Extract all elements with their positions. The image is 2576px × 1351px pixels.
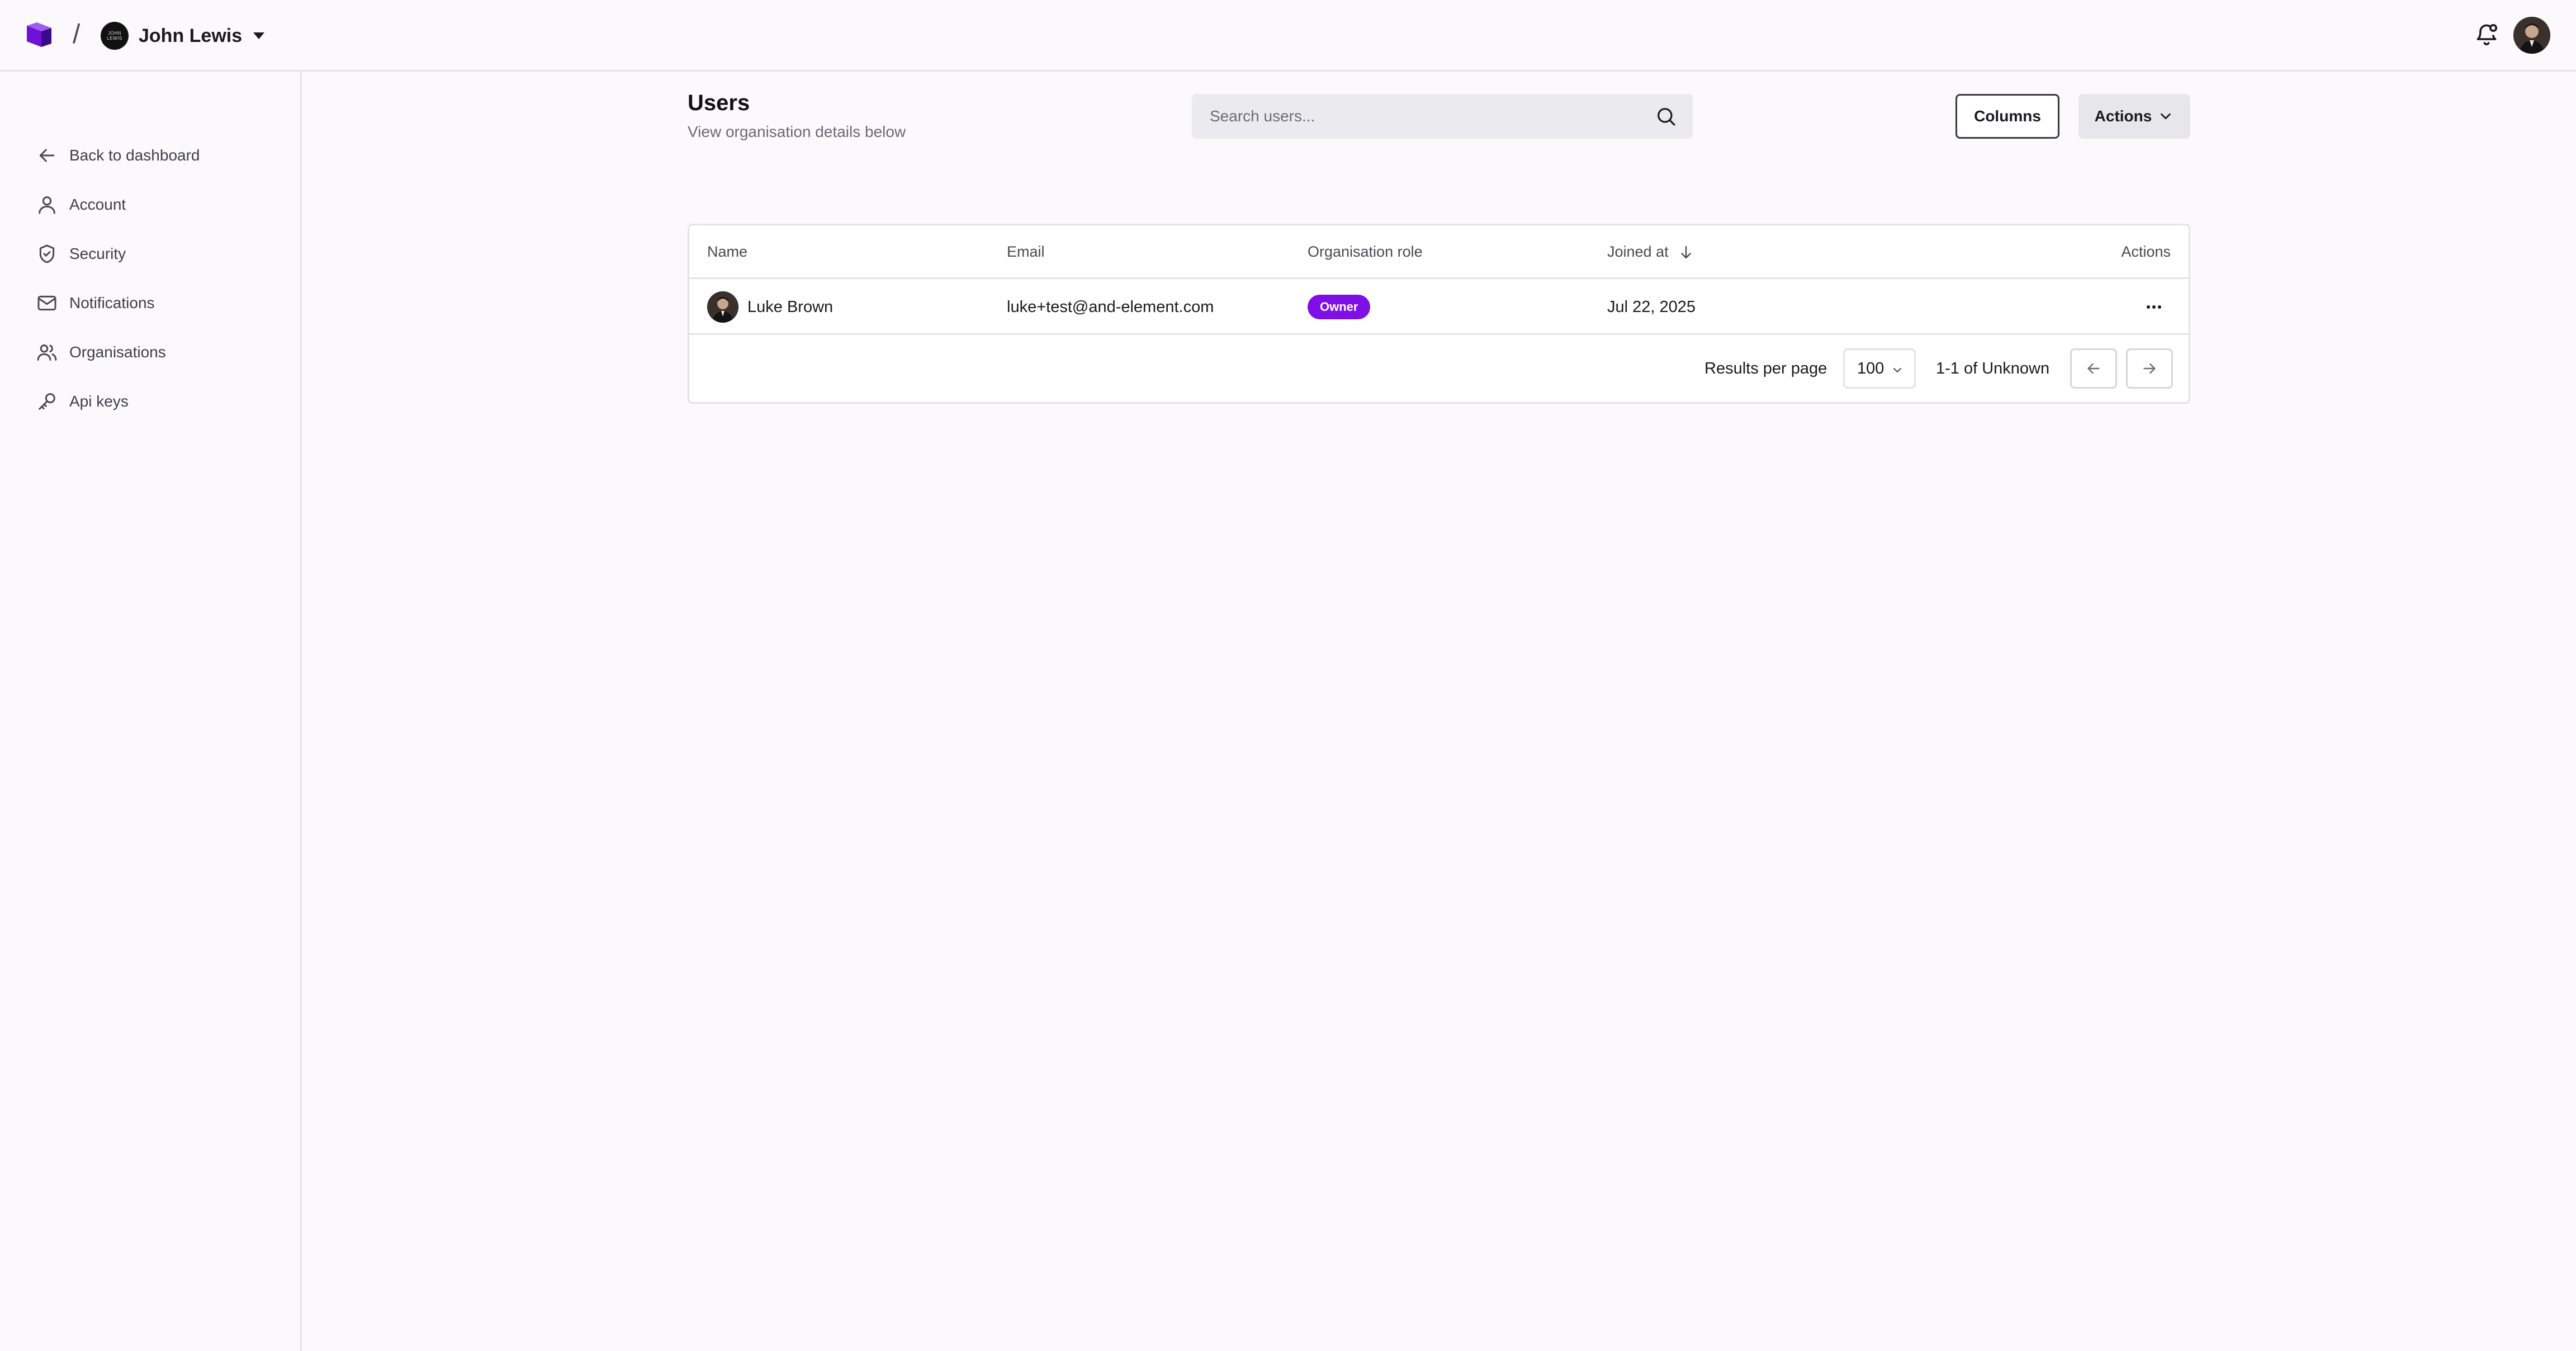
cell-joined: Jul 22, 2025 <box>1607 279 1696 335</box>
user-email: luke+test@and-element.com <box>1007 297 1214 316</box>
sidebar-item-api-keys[interactable]: Api keys <box>0 377 300 426</box>
sidebar-item-security[interactable]: Security <box>0 229 300 278</box>
top-bar: / JOHN LEWIS John Lewis <box>0 0 2576 72</box>
org-avatar: JOHN LEWIS <box>101 22 129 50</box>
results-per-page-select[interactable]: 100 <box>1843 348 1916 389</box>
column-header-actions: Actions <box>2121 243 2171 261</box>
column-header-joined[interactable]: Joined at <box>1607 243 1694 261</box>
bell-icon[interactable] <box>2473 21 2500 48</box>
sidebar-item-organisations[interactable]: Organisations <box>0 328 300 377</box>
user-name: Luke Brown <box>747 297 834 316</box>
sidebar-item-label: Api keys <box>69 393 129 410</box>
table-header: Name Email Organisation role Joined at A… <box>689 225 2189 279</box>
column-header-label: Email <box>1007 243 1045 260</box>
chevron-down-icon <box>2161 113 2171 120</box>
actions-dropdown-button[interactable]: Actions <box>2078 94 2190 139</box>
page-title: Users <box>688 91 750 115</box>
previous-page-button[interactable] <box>2070 348 2117 389</box>
page-subtitle: View organisation details below <box>688 123 906 140</box>
table-pagination: Results per page 100 1-1 of Unknown <box>689 335 2189 402</box>
role-badge: Owner <box>1308 295 1371 319</box>
actions-button-label: Actions <box>2094 107 2152 125</box>
column-header-role[interactable]: Organisation role <box>1308 243 1423 261</box>
cell-role: Owner <box>1308 279 1371 335</box>
arrow-right-icon <box>2143 363 2156 374</box>
sidebar-item-notifications[interactable]: Notifications <box>0 278 300 328</box>
column-header-name[interactable]: Name <box>707 243 747 261</box>
sidebar-item-label: Account <box>69 196 126 213</box>
organisation-switcher[interactable]: JOHN LEWIS John Lewis <box>101 20 265 51</box>
user-icon <box>39 196 55 214</box>
cell-name: Luke Brown <box>707 279 833 335</box>
users-icon <box>37 344 57 361</box>
sidebar-item-label: Security <box>69 245 126 262</box>
results-per-page-value: 100 <box>1857 359 1884 377</box>
pagination-range: 1-1 of Unknown <box>1936 360 2050 377</box>
next-page-button[interactable] <box>2126 348 2173 389</box>
breadcrumb-separator: / <box>73 20 80 49</box>
table-row[interactable]: Luke Brown luke+test@and-element.com Own… <box>689 279 2189 335</box>
arrow-left-icon <box>39 149 55 162</box>
user-avatar[interactable] <box>2513 17 2550 54</box>
more-horizontal-icon <box>2147 305 2161 309</box>
chevron-down-icon <box>1893 368 1901 372</box>
sidebar-item-label: Organisations <box>69 343 166 361</box>
sidebar-item-label: Back to dashboard <box>69 147 200 164</box>
row-actions-button[interactable] <box>2143 297 2165 317</box>
shield-icon <box>39 244 55 263</box>
joined-date: Jul 22, 2025 <box>1607 297 1696 316</box>
column-header-label: Name <box>707 243 748 260</box>
caret-down-icon <box>253 32 265 39</box>
sidebar: Back to dashboard Account Security Notif… <box>0 72 302 1351</box>
sidebar-item-label: Notifications <box>69 294 155 311</box>
columns-button[interactable]: Columns <box>1955 94 2059 139</box>
sidebar-item-back-to-dashboard[interactable]: Back to dashboard <box>0 131 300 180</box>
avatar <box>707 291 738 323</box>
column-header-email[interactable]: Email <box>1007 243 1045 261</box>
mail-icon <box>37 295 56 311</box>
search-input[interactable] <box>1192 94 1628 139</box>
arrow-left-icon <box>2087 363 2100 374</box>
column-header-label: Actions <box>2121 243 2171 260</box>
sidebar-item-account[interactable]: Account <box>0 180 300 229</box>
search-icon[interactable] <box>1655 105 1677 127</box>
users-table: Name Email Organisation role Joined at A… <box>688 224 2190 404</box>
sort-arrow-down-icon <box>1680 245 1691 258</box>
key-icon <box>39 393 55 410</box>
column-header-label: Organisation role <box>1308 243 1423 260</box>
column-header-label: Joined at <box>1607 243 1669 260</box>
org-avatar-text: JOHN LEWIS <box>107 31 122 41</box>
cell-email: luke+test@and-element.com <box>1007 279 1214 335</box>
org-name: John Lewis <box>139 25 243 46</box>
cube-logo-icon[interactable] <box>25 20 54 49</box>
results-per-page-label: Results per page <box>1704 360 1827 377</box>
search-bar <box>1192 94 1693 139</box>
